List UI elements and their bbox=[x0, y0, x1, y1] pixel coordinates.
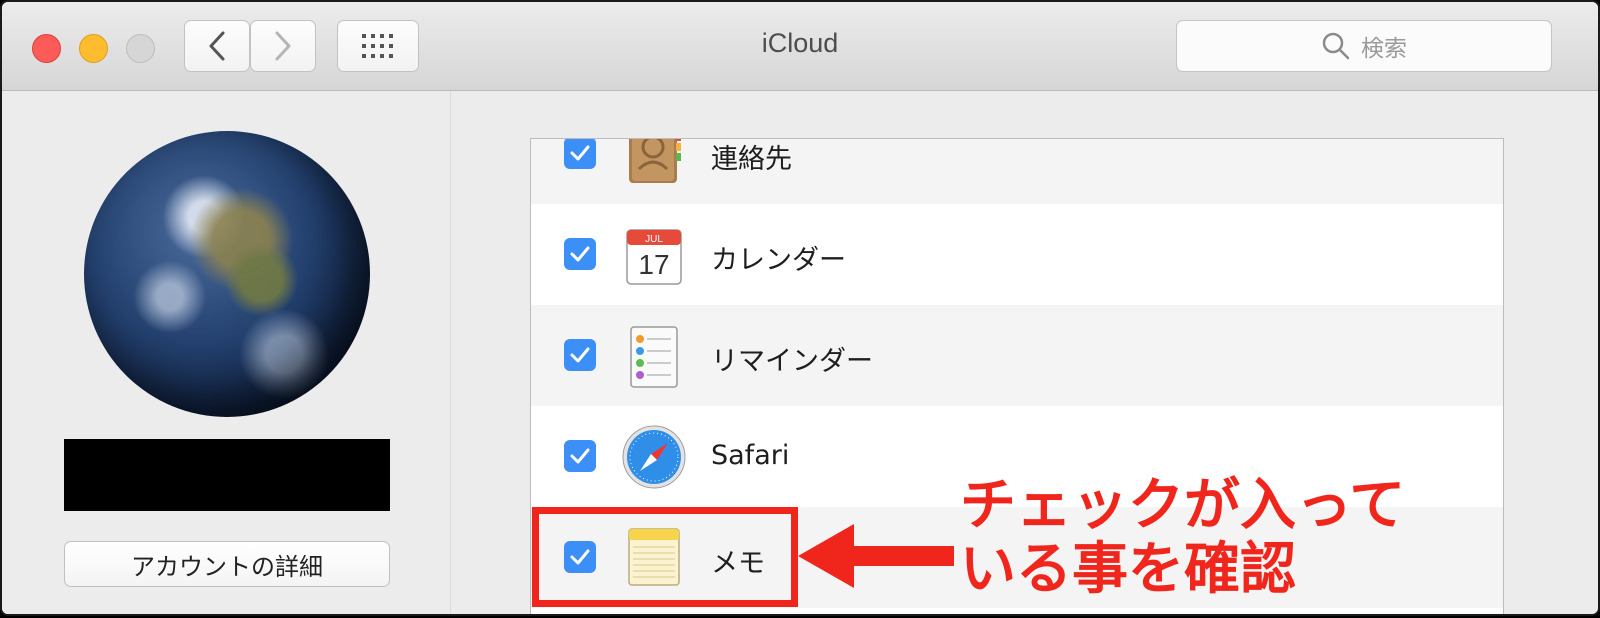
account-avatar-globe bbox=[84, 131, 370, 417]
search-placeholder: 検索 bbox=[1361, 36, 1407, 62]
checkmark-icon bbox=[570, 347, 590, 363]
preferences-window: iCloud 検索 アカウントの詳細 連絡先 JUL 17 カレンダー リマイン… bbox=[0, 0, 1600, 616]
service-row-reminders: リマインダー bbox=[531, 305, 1503, 406]
notes-highlight-box bbox=[532, 507, 798, 607]
service-row-calendar: JUL 17 カレンダー bbox=[531, 204, 1503, 305]
title-bar: iCloud 検索 bbox=[2, 2, 1598, 91]
calendar-checkbox[interactable] bbox=[564, 238, 596, 270]
safari-label: Safari bbox=[711, 440, 790, 471]
reminders-checkbox[interactable] bbox=[564, 339, 596, 371]
calendar-icon-day: 17 bbox=[638, 249, 669, 280]
checkmark-icon bbox=[570, 145, 590, 161]
safari-checkbox[interactable] bbox=[564, 440, 596, 472]
service-row-contacts: 連絡先 bbox=[531, 139, 1503, 204]
contacts-label: 連絡先 bbox=[711, 144, 792, 175]
redacted-account-name bbox=[64, 439, 390, 511]
annotation-line-1: チェックが入って bbox=[960, 473, 1406, 538]
contacts-checkbox[interactable] bbox=[564, 139, 596, 169]
annotation-line-2: いる事を確認 bbox=[960, 537, 1296, 602]
search-field[interactable]: 検索 bbox=[1176, 20, 1552, 72]
calendar-label: カレンダー bbox=[711, 245, 846, 276]
contacts-icon bbox=[629, 139, 681, 183]
search-icon bbox=[1322, 32, 1350, 60]
annotation-text: チェックが入って いる事を確認 bbox=[960, 474, 1405, 602]
calendar-icon: JUL 17 bbox=[626, 229, 682, 285]
checkmark-icon bbox=[570, 448, 590, 464]
calendar-icon-month: JUL bbox=[645, 234, 663, 245]
annotation-arrow-icon bbox=[798, 524, 954, 588]
account-sidebar: アカウントの詳細 bbox=[2, 91, 451, 614]
safari-icon bbox=[622, 425, 686, 489]
reminders-label: リマインダー bbox=[711, 346, 873, 377]
reminders-icon bbox=[630, 326, 678, 388]
checkmark-icon bbox=[570, 246, 590, 262]
account-details-button[interactable]: アカウントの詳細 bbox=[64, 541, 390, 587]
